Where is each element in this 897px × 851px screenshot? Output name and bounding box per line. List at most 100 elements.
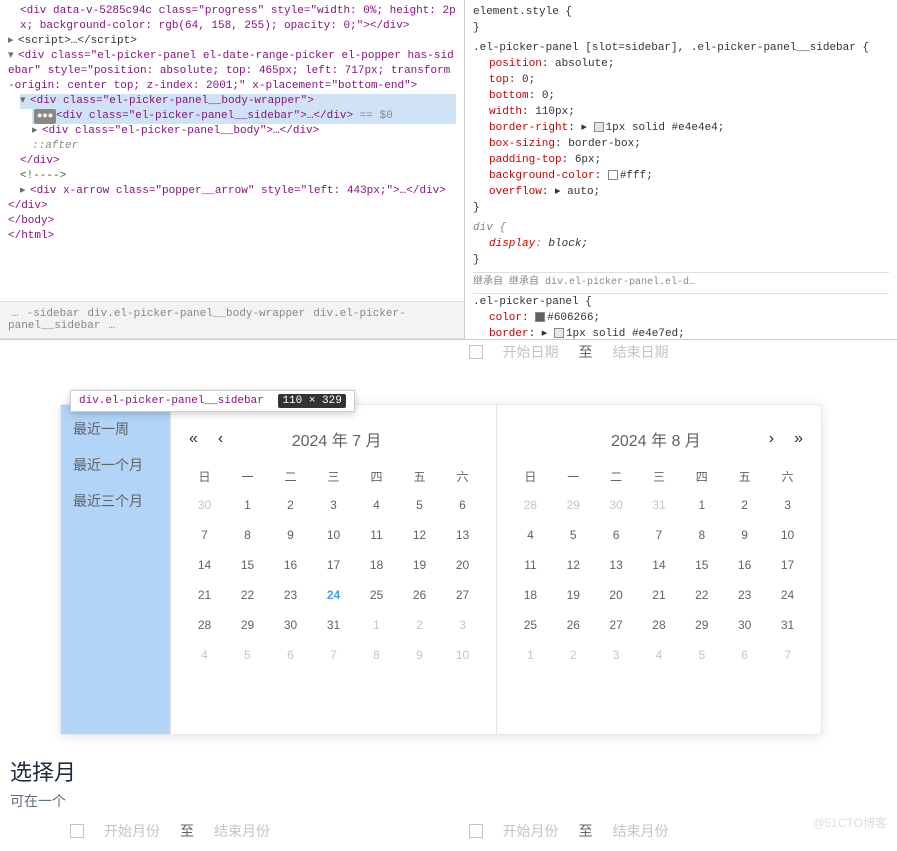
css-property[interactable]: position: absolute; bbox=[489, 56, 889, 72]
calendar-day[interactable]: 7 bbox=[766, 640, 809, 670]
calendar-day[interactable]: 21 bbox=[183, 580, 226, 610]
calendar-day[interactable]: 30 bbox=[723, 610, 766, 640]
calendar-day[interactable]: 1 bbox=[226, 490, 269, 520]
calendar-day[interactable]: 23 bbox=[723, 580, 766, 610]
dom-node[interactable]: <div data-v-5285c94c class="progress" st… bbox=[20, 4, 456, 34]
calendar-day[interactable]: 20 bbox=[595, 580, 638, 610]
calendar-day[interactable]: 2 bbox=[398, 610, 441, 640]
calendar-day[interactable]: 8 bbox=[355, 640, 398, 670]
css-property[interactable]: bottom: 0; bbox=[489, 88, 889, 104]
calendar-day[interactable]: 11 bbox=[355, 520, 398, 550]
calendar-day[interactable]: 19 bbox=[398, 550, 441, 580]
calendar-day[interactable]: 24 bbox=[766, 580, 809, 610]
calendar-day[interactable]: 5 bbox=[680, 640, 723, 670]
calendar-day[interactable]: 11 bbox=[509, 550, 552, 580]
calendar-day[interactable]: 18 bbox=[355, 550, 398, 580]
css-property[interactable]: top: 0; bbox=[489, 72, 889, 88]
calendar-day[interactable]: 14 bbox=[183, 550, 226, 580]
calendar-day[interactable]: 1 bbox=[355, 610, 398, 640]
calendar-day[interactable]: 25 bbox=[509, 610, 552, 640]
css-property[interactable]: background-color: #fff; bbox=[489, 168, 889, 184]
calendar-day[interactable]: 2 bbox=[552, 640, 595, 670]
calendar-day[interactable]: 8 bbox=[680, 520, 723, 550]
css-property[interactable]: padding-top: 6px; bbox=[489, 152, 889, 168]
calendar-day[interactable]: 6 bbox=[441, 490, 484, 520]
calendar-day[interactable]: 29 bbox=[226, 610, 269, 640]
breadcrumb-segment[interactable]: … bbox=[108, 320, 115, 332]
calendar-day[interactable]: 15 bbox=[680, 550, 723, 580]
calendar-day[interactable]: 28 bbox=[509, 490, 552, 520]
calendar-day[interactable]: 26 bbox=[398, 580, 441, 610]
dom-node-selected[interactable]: ▾<div class="el-picker-panel__body-wrapp… bbox=[20, 94, 456, 109]
calendar-day[interactable]: 7 bbox=[638, 520, 681, 550]
element-style-rule[interactable]: element.style { } bbox=[473, 4, 889, 36]
calendar-day[interactable]: 3 bbox=[312, 490, 355, 520]
css-property[interactable]: border-right: ▸ 1px solid #e4e4e4; bbox=[489, 120, 889, 136]
ellipsis-icon[interactable]: ●●● bbox=[34, 109, 56, 124]
dom-node[interactable]: ▸<script>…</script> bbox=[8, 34, 456, 49]
sidebar-shortcut[interactable]: 最近一个月 bbox=[61, 447, 170, 483]
calendar-day[interactable]: 27 bbox=[441, 580, 484, 610]
calendar-day[interactable]: 6 bbox=[595, 520, 638, 550]
month-range-input[interactable]: 开始月份 至 结束月份 bbox=[70, 821, 429, 841]
date-range-input-right[interactable]: 开始日期 至 结束日期 bbox=[469, 342, 828, 362]
css-rule[interactable]: .el-picker-panel { color: #606266;border… bbox=[473, 294, 889, 339]
breadcrumb-segment[interactable]: … bbox=[12, 308, 19, 320]
calendar-day[interactable]: 5 bbox=[552, 520, 595, 550]
calendar-day[interactable]: 1 bbox=[680, 490, 723, 520]
calendar-day[interactable]: 28 bbox=[638, 610, 681, 640]
calendar-day[interactable]: 10 bbox=[766, 520, 809, 550]
calendar-day[interactable]: 31 bbox=[638, 490, 681, 520]
calendar-day[interactable]: 3 bbox=[595, 640, 638, 670]
dom-tree-panel[interactable]: <div data-v-5285c94c class="progress" st… bbox=[0, 0, 465, 339]
css-property[interactable]: overflow: ▸ auto; bbox=[489, 184, 889, 200]
css-property[interactable]: width: 110px; bbox=[489, 104, 889, 120]
calendar-day[interactable]: 12 bbox=[398, 520, 441, 550]
calendar-day[interactable]: 28 bbox=[183, 610, 226, 640]
calendar-day[interactable]: 4 bbox=[509, 520, 552, 550]
calendar-day[interactable]: 16 bbox=[269, 550, 312, 580]
calendar-day[interactable]: 26 bbox=[552, 610, 595, 640]
dom-node-highlighted[interactable]: ●●● ▸<div class="el-picker-panel__sideba… bbox=[32, 109, 456, 124]
dom-node[interactable]: ▸<div x-arrow class="popper__arrow" styl… bbox=[20, 184, 456, 199]
picker-sidebar[interactable]: 最近一周最近一个月最近三个月 bbox=[61, 405, 171, 734]
calendar-day[interactable]: 7 bbox=[312, 640, 355, 670]
calendar-day[interactable]: 8 bbox=[226, 520, 269, 550]
calendar-day[interactable]: 22 bbox=[680, 580, 723, 610]
calendar-day[interactable]: 10 bbox=[441, 640, 484, 670]
calendar-day[interactable]: 5 bbox=[226, 640, 269, 670]
calendar-day[interactable]: 3 bbox=[766, 490, 809, 520]
calendar-day[interactable]: 3 bbox=[441, 610, 484, 640]
calendar-day[interactable]: 9 bbox=[398, 640, 441, 670]
calendar-day[interactable]: 31 bbox=[766, 610, 809, 640]
calendar-day[interactable]: 15 bbox=[226, 550, 269, 580]
calendar-day[interactable]: 5 bbox=[398, 490, 441, 520]
calendar-day[interactable]: 6 bbox=[723, 640, 766, 670]
sidebar-shortcut[interactable]: 最近三个月 bbox=[61, 483, 170, 519]
next-month-button[interactable]: › bbox=[763, 430, 780, 448]
month-range-input[interactable]: 开始月份 至 结束月份 bbox=[469, 821, 828, 841]
calendar-day[interactable]: 23 bbox=[269, 580, 312, 610]
calendar-day[interactable]: 17 bbox=[766, 550, 809, 580]
calendar-day[interactable]: 25 bbox=[355, 580, 398, 610]
calendar-day[interactable]: 29 bbox=[552, 490, 595, 520]
calendar-day[interactable]: 9 bbox=[269, 520, 312, 550]
calendar-day[interactable]: 10 bbox=[312, 520, 355, 550]
calendar-day[interactable]: 16 bbox=[723, 550, 766, 580]
calendar-day[interactable]: 30 bbox=[269, 610, 312, 640]
calendar-day[interactable]: 6 bbox=[269, 640, 312, 670]
calendar-day[interactable]: 7 bbox=[183, 520, 226, 550]
calendar-day[interactable]: 17 bbox=[312, 550, 355, 580]
calendar-day[interactable]: 4 bbox=[638, 640, 681, 670]
calendar-day[interactable]: 4 bbox=[355, 490, 398, 520]
calendar-day[interactable]: 19 bbox=[552, 580, 595, 610]
prev-year-button[interactable]: « bbox=[183, 430, 204, 448]
breadcrumb-segment[interactable]: -sidebar bbox=[27, 308, 80, 320]
calendar-day[interactable]: 2 bbox=[723, 490, 766, 520]
calendar-day[interactable]: 14 bbox=[638, 550, 681, 580]
breadcrumb-segment[interactable]: div.el-picker-panel__body-wrapper bbox=[87, 308, 305, 320]
calendar-day[interactable]: 13 bbox=[595, 550, 638, 580]
prev-month-button[interactable]: ‹ bbox=[212, 430, 229, 448]
sidebar-shortcut[interactable]: 最近一周 bbox=[61, 411, 170, 447]
next-year-button[interactable]: » bbox=[788, 430, 809, 448]
